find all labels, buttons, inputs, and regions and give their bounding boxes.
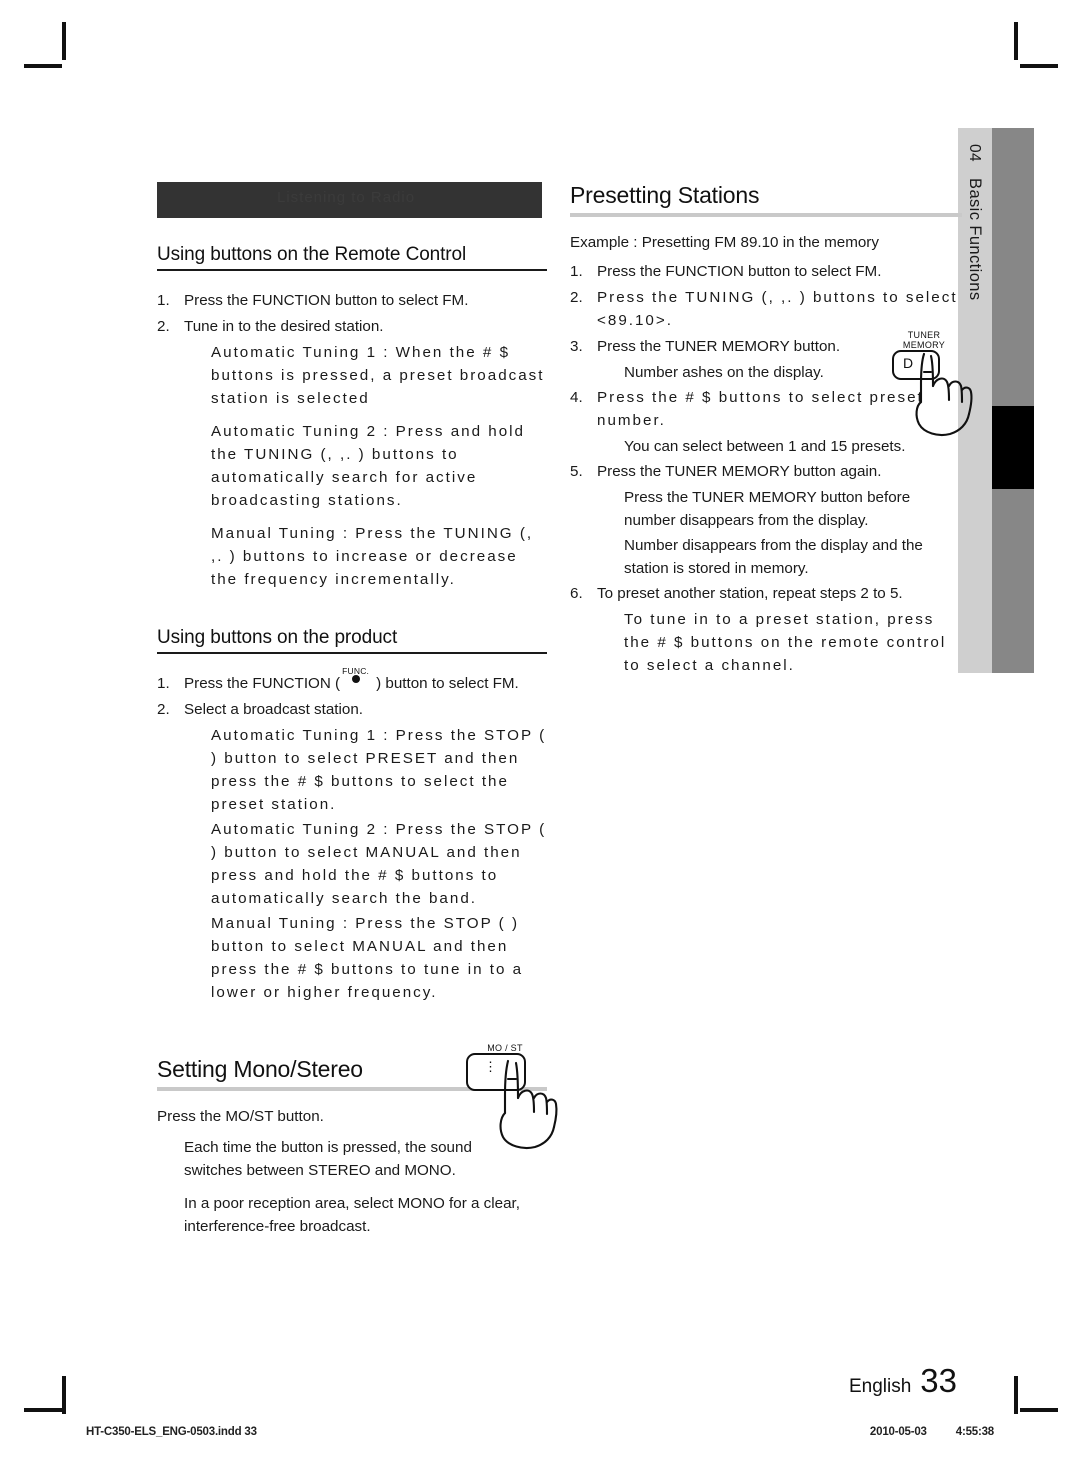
heading-presetting-stations: Presetting Stations bbox=[570, 182, 760, 208]
step-text: Press the TUNING (, ,. ) buttons to sele… bbox=[597, 289, 958, 329]
tuner-memory-caption-line2: MEMORY bbox=[902, 340, 946, 350]
product-note-manual-tuning: Manual Tuning : Press the STOP ( ) butto… bbox=[211, 915, 524, 1001]
mono-note-reception: In a poor reception area, select MONO fo… bbox=[184, 1195, 520, 1235]
crop-mark-top-left-horizontal bbox=[24, 64, 62, 68]
print-footer: HT-C350-ELS_ENG-0503.indd 33 2010-05-03 … bbox=[86, 1426, 994, 1438]
print-footer-filename: HT-C350-ELS_ENG-0503.indd 33 bbox=[86, 1426, 257, 1438]
tuner-memory-button-shape: D bbox=[892, 350, 940, 380]
chapter-index-tab: 04 Basic Functions bbox=[958, 128, 992, 673]
step-number: 1. bbox=[157, 675, 170, 692]
crop-mark-bottom-left-horizontal bbox=[24, 1408, 62, 1412]
section-banner: Listening to Radio bbox=[157, 182, 542, 218]
tuner-memory-button-label: D bbox=[903, 355, 914, 371]
crop-mark-top-right-horizontal bbox=[1020, 64, 1058, 68]
remote-note-auto-tuning-1: Automatic Tuning 1 : When the # $ button… bbox=[211, 344, 545, 407]
step-number: 4. bbox=[570, 389, 583, 406]
chapter-index-bar bbox=[992, 128, 1034, 673]
print-footer-stamp: 2010-05-03 4:55:38 bbox=[844, 1426, 994, 1438]
remote-step-1: 1. Press the FUNCTION button to select F… bbox=[157, 289, 547, 312]
crop-mark-bottom-right-horizontal bbox=[1020, 1408, 1058, 1412]
chapter-index-marker bbox=[992, 406, 1034, 489]
step-text: Press the FUNCTION (FUNC.) button to sel… bbox=[184, 666, 547, 695]
heading-rule bbox=[157, 269, 547, 271]
chapter-title: Basic Functions bbox=[966, 178, 984, 301]
product-note-auto-tuning-2: Automatic Tuning 2 : Press the STOP ( ) … bbox=[211, 821, 547, 907]
manual-page: 04 Basic Functions Listening to Radio Usi… bbox=[0, 0, 1080, 1479]
folio-language: English bbox=[848, 1376, 912, 1397]
heading-rule bbox=[157, 652, 547, 654]
step-text: Press the FUNCTION button to select FM. bbox=[184, 292, 469, 309]
tuner-memory-caption: TUNER MEMORY bbox=[884, 330, 964, 350]
step-text-pre: Press the FUNCTION ( bbox=[184, 675, 341, 692]
presetting-example: Example : Presetting FM 89.10 in the mem… bbox=[570, 234, 879, 251]
step-text: Tune in to the desired station. bbox=[184, 318, 384, 335]
remote-note-auto-tuning-2: Automatic Tuning 2 : Press and hold the … bbox=[211, 423, 525, 509]
product-step-1: 1. Press the FUNCTION (FUNC.) button to … bbox=[157, 666, 547, 695]
presetting-step-1: 1. Press the FUNCTION button to select F… bbox=[570, 260, 962, 283]
step-text: Press the TUNER MEMORY button again. bbox=[597, 463, 882, 480]
mo-st-button-shape: ⋮ bbox=[466, 1053, 526, 1091]
product-note-auto-tuning-1: Automatic Tuning 1 : Press the STOP ( ) … bbox=[211, 727, 547, 813]
step-text-post: ) button to select FM. bbox=[376, 675, 519, 692]
mono-note-toggle: Each time the button is pressed, the sou… bbox=[184, 1139, 472, 1179]
step-number: 2. bbox=[570, 289, 583, 306]
heading-using-buttons-remote: Using buttons on the Remote Control bbox=[157, 244, 467, 265]
folio-page-number: 33 bbox=[920, 1362, 957, 1399]
remote-step-2: 2. Tune in to the desired station. bbox=[157, 315, 547, 338]
remote-note-manual-tuning: Manual Tuning : Press the TUNING (, ,. )… bbox=[211, 525, 534, 588]
step-number: 5. bbox=[570, 463, 583, 480]
chapter-number: 04 bbox=[966, 144, 983, 163]
tuner-memory-caption-line1: TUNER bbox=[907, 330, 941, 340]
crop-mark-top-right-vertical bbox=[1014, 22, 1018, 60]
product-step-2: 2. Select a broadcast station. bbox=[157, 698, 547, 721]
heading-using-buttons-product: Using buttons on the product bbox=[157, 627, 398, 648]
tuner-memory-button-illustration: TUNER MEMORY D bbox=[884, 330, 973, 437]
crop-mark-bottom-left-vertical bbox=[62, 1376, 66, 1414]
presetting-step-5: 5. Press the TUNER MEMORY button again. bbox=[570, 460, 962, 483]
presetting-step-4: 4. Press the # $ buttons to select prese… bbox=[570, 386, 962, 432]
mo-st-button-dots: ⋮ bbox=[484, 1059, 497, 1074]
crop-mark-bottom-right-vertical bbox=[1014, 1376, 1018, 1414]
step-number: 2. bbox=[157, 318, 170, 335]
print-footer-time: 4:55:38 bbox=[955, 1426, 994, 1438]
step-number: 3. bbox=[570, 338, 583, 355]
presetting-note-tune-preset: To tune in to a preset station, press th… bbox=[624, 611, 947, 674]
step-number: 1. bbox=[157, 292, 170, 309]
function-button-icon: FUNC. bbox=[340, 666, 376, 688]
step-number: 2. bbox=[157, 701, 170, 718]
print-footer-date: 2010-05-03 bbox=[869, 1426, 927, 1438]
step-text: Press the # $ buttons to select preset n… bbox=[597, 389, 924, 429]
mo-st-button-illustration: MO / ST ⋮ bbox=[462, 1043, 558, 1150]
presetting-step-2: 2. Press the TUNING (, ,. ) buttons to s… bbox=[570, 286, 962, 332]
crop-mark-top-left-vertical bbox=[62, 22, 66, 60]
step-number: 1. bbox=[570, 263, 583, 280]
section-banner-ghost-text: Listening to Radio bbox=[277, 189, 416, 206]
presetting-note-preset-range: You can select between 1 and 15 presets. bbox=[624, 438, 906, 455]
mono-intro-text: Press the MO/ST button. bbox=[157, 1108, 324, 1125]
presetting-note-press-before: Press the TUNER MEMORY button before num… bbox=[624, 489, 911, 529]
mo-st-caption: MO / ST bbox=[487, 1043, 523, 1053]
step-text: Select a broadcast station. bbox=[184, 701, 363, 718]
presetting-note-stored: Number disappears from the display and t… bbox=[624, 537, 923, 577]
step-text: To preset another station, repeat steps … bbox=[597, 585, 903, 602]
heading-rule bbox=[570, 213, 962, 217]
page-folio: English 33 bbox=[849, 1362, 957, 1400]
step-number: 6. bbox=[570, 585, 583, 602]
right-column: Presetting Stations Example : Presetting… bbox=[570, 182, 962, 679]
presetting-step-6: 6. To preset another station, repeat ste… bbox=[570, 582, 962, 605]
step-text: Press the FUNCTION button to select FM. bbox=[597, 263, 882, 280]
chapter-index-label: 04 Basic Functions bbox=[958, 142, 992, 687]
